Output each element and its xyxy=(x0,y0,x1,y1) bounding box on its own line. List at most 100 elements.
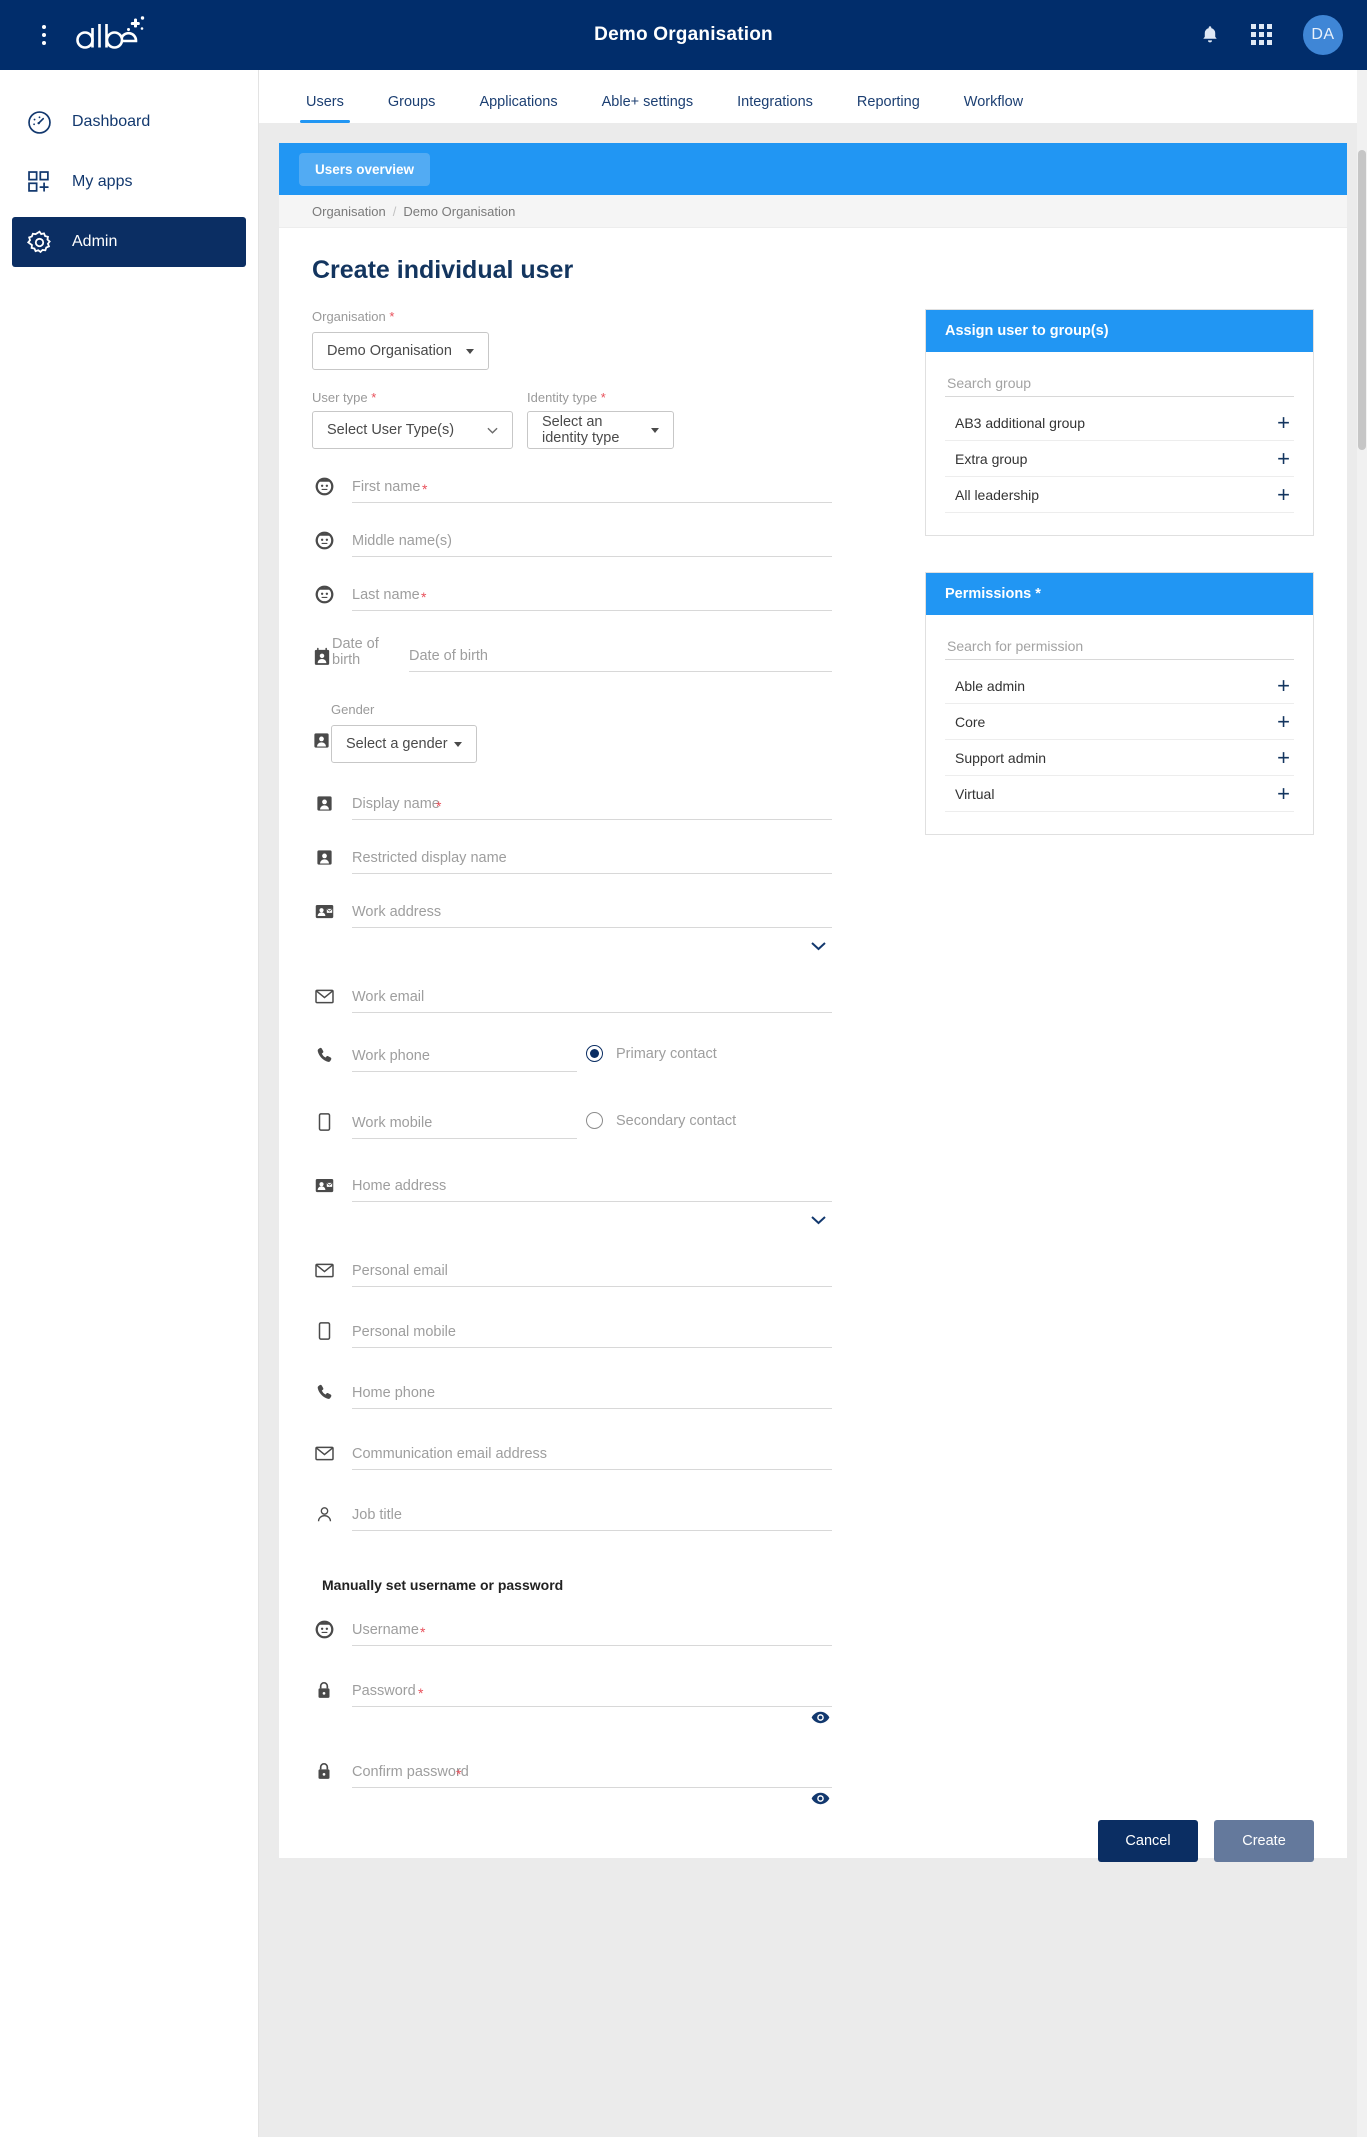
identity-type-select[interactable]: Select an identity type xyxy=(527,411,674,449)
add-group-icon[interactable]: + xyxy=(1277,448,1290,470)
eye-icon[interactable] xyxy=(811,1792,830,1810)
user-type-label: User type * xyxy=(312,390,513,405)
user-type-select[interactable]: Select User Type(s) xyxy=(312,411,513,449)
permission-name: Virtual xyxy=(955,786,994,802)
personal-mobile-input[interactable] xyxy=(352,1321,832,1348)
field-username: * xyxy=(312,1617,832,1646)
tab-users[interactable]: Users xyxy=(284,94,366,123)
add-permission-icon[interactable]: + xyxy=(1277,747,1290,769)
cancel-button[interactable]: Cancel xyxy=(1098,1820,1198,1862)
secondary-contact-option[interactable]: Secondary contact xyxy=(586,1112,736,1129)
field-home-address xyxy=(312,1173,832,1202)
group-search-input[interactable] xyxy=(945,369,1294,397)
page-scrollbar-thumb[interactable] xyxy=(1358,150,1366,450)
create-button[interactable]: Create xyxy=(1214,1820,1314,1862)
list-item[interactable]: Extra group + xyxy=(945,441,1294,477)
work-address-input[interactable] xyxy=(352,901,832,928)
permission-name: Support admin xyxy=(955,750,1046,766)
avatar[interactable]: DA xyxy=(1303,15,1343,55)
add-permission-icon[interactable]: + xyxy=(1277,783,1290,805)
required-marker: * xyxy=(421,589,426,605)
password-input[interactable] xyxy=(352,1680,832,1707)
confirm-password-input[interactable] xyxy=(352,1761,832,1788)
tab-workflow[interactable]: Workflow xyxy=(942,94,1045,123)
field-work-mobile: Secondary contact xyxy=(312,1110,832,1139)
tab-integrations[interactable]: Integrations xyxy=(715,94,835,123)
left-sidebar: Dashboard My apps Admin xyxy=(0,70,259,2137)
personal-email-input[interactable] xyxy=(352,1260,832,1287)
sidebar-item-admin[interactable]: Admin xyxy=(12,217,246,267)
right-panels: Assign user to group(s) AB3 additional g… xyxy=(925,309,1314,1818)
sidebar-item-dashboard[interactable]: Dashboard xyxy=(12,97,246,147)
list-item[interactable]: Able admin + xyxy=(945,668,1294,704)
breadcrumb-root[interactable]: Organisation xyxy=(312,204,386,219)
envelope-icon xyxy=(312,1441,336,1465)
list-item[interactable]: All leadership + xyxy=(945,477,1294,513)
add-group-icon[interactable]: + xyxy=(1277,412,1290,434)
middle-names-input[interactable] xyxy=(352,530,832,557)
assign-groups-panel: Assign user to group(s) AB3 additional g… xyxy=(925,309,1314,536)
admin-tabbar: Users Groups Applications Able+ settings… xyxy=(259,70,1367,123)
work-mobile-input[interactable] xyxy=(352,1112,577,1139)
add-permission-icon[interactable]: + xyxy=(1277,711,1290,733)
field-password: * xyxy=(312,1678,832,1707)
mobile-icon xyxy=(312,1110,336,1134)
bell-icon[interactable] xyxy=(1199,23,1221,47)
communication-email-input[interactable] xyxy=(352,1443,832,1470)
person-face-icon xyxy=(312,474,336,498)
users-overview-button[interactable]: Users overview xyxy=(299,153,430,186)
breadcrumb-current[interactable]: Demo Organisation xyxy=(403,204,515,219)
work-address-expand-icon[interactable] xyxy=(811,938,826,956)
list-item[interactable]: AB3 additional group + xyxy=(945,405,1294,441)
add-group-icon[interactable]: + xyxy=(1277,484,1290,506)
sidebar-item-label: Dashboard xyxy=(72,113,150,131)
page-scrollbar-track[interactable] xyxy=(1357,70,1367,2137)
field-last-name: * xyxy=(312,582,832,611)
primary-contact-label: Primary contact xyxy=(616,1046,717,1062)
gender-select[interactable]: Select a gender xyxy=(331,725,477,763)
apps-grid-icon[interactable] xyxy=(1251,24,1273,46)
display-name-input[interactable] xyxy=(352,793,832,820)
sidebar-item-label: Admin xyxy=(72,233,117,251)
home-phone-input[interactable] xyxy=(352,1382,832,1409)
person-face-icon xyxy=(312,582,336,606)
primary-contact-option[interactable]: Primary contact xyxy=(586,1045,717,1062)
field-home-phone xyxy=(312,1380,832,1409)
sidebar-item-my-apps[interactable]: My apps xyxy=(12,157,246,207)
work-phone-input[interactable] xyxy=(352,1045,577,1072)
person-outline-icon xyxy=(312,1502,336,1526)
tab-able-plus-settings[interactable]: Able+ settings xyxy=(580,94,716,123)
required-marker: * xyxy=(418,1685,423,1701)
group-name: All leadership xyxy=(955,487,1039,503)
list-item[interactable]: Virtual + xyxy=(945,776,1294,812)
secondary-contact-radio[interactable] xyxy=(586,1112,603,1129)
tab-applications[interactable]: Applications xyxy=(457,94,579,123)
field-work-email xyxy=(312,984,832,1013)
dob-input[interactable] xyxy=(409,645,832,672)
primary-contact-radio[interactable] xyxy=(586,1045,603,1062)
permission-search-input[interactable] xyxy=(945,632,1294,660)
field-work-address xyxy=(312,899,832,928)
home-address-input[interactable] xyxy=(352,1175,832,1202)
lock-icon xyxy=(312,1759,336,1783)
field-personal-mobile xyxy=(312,1319,832,1348)
eye-icon[interactable] xyxy=(811,1711,830,1729)
list-item[interactable]: Support admin + xyxy=(945,740,1294,776)
add-permission-icon[interactable]: + xyxy=(1277,675,1290,697)
job-title-input[interactable] xyxy=(352,1504,832,1531)
field-gender: Gender Select a gender xyxy=(312,702,832,763)
work-email-input[interactable] xyxy=(352,986,832,1013)
gear-icon xyxy=(24,227,54,257)
tab-reporting[interactable]: Reporting xyxy=(835,94,942,123)
tab-groups[interactable]: Groups xyxy=(366,94,458,123)
card-actionbar: Users overview xyxy=(279,143,1347,195)
dob-label: Date of birth xyxy=(332,636,409,672)
organisation-select[interactable]: Demo Organisation xyxy=(312,332,489,370)
home-address-expand-icon[interactable] xyxy=(811,1212,826,1230)
person-badge-icon xyxy=(312,731,331,755)
list-item[interactable]: Core + xyxy=(945,704,1294,740)
restricted-display-name-input[interactable] xyxy=(352,847,832,874)
person-badge-icon xyxy=(312,791,336,815)
required-marker: * xyxy=(420,1624,425,1640)
apps-add-icon xyxy=(24,167,54,197)
